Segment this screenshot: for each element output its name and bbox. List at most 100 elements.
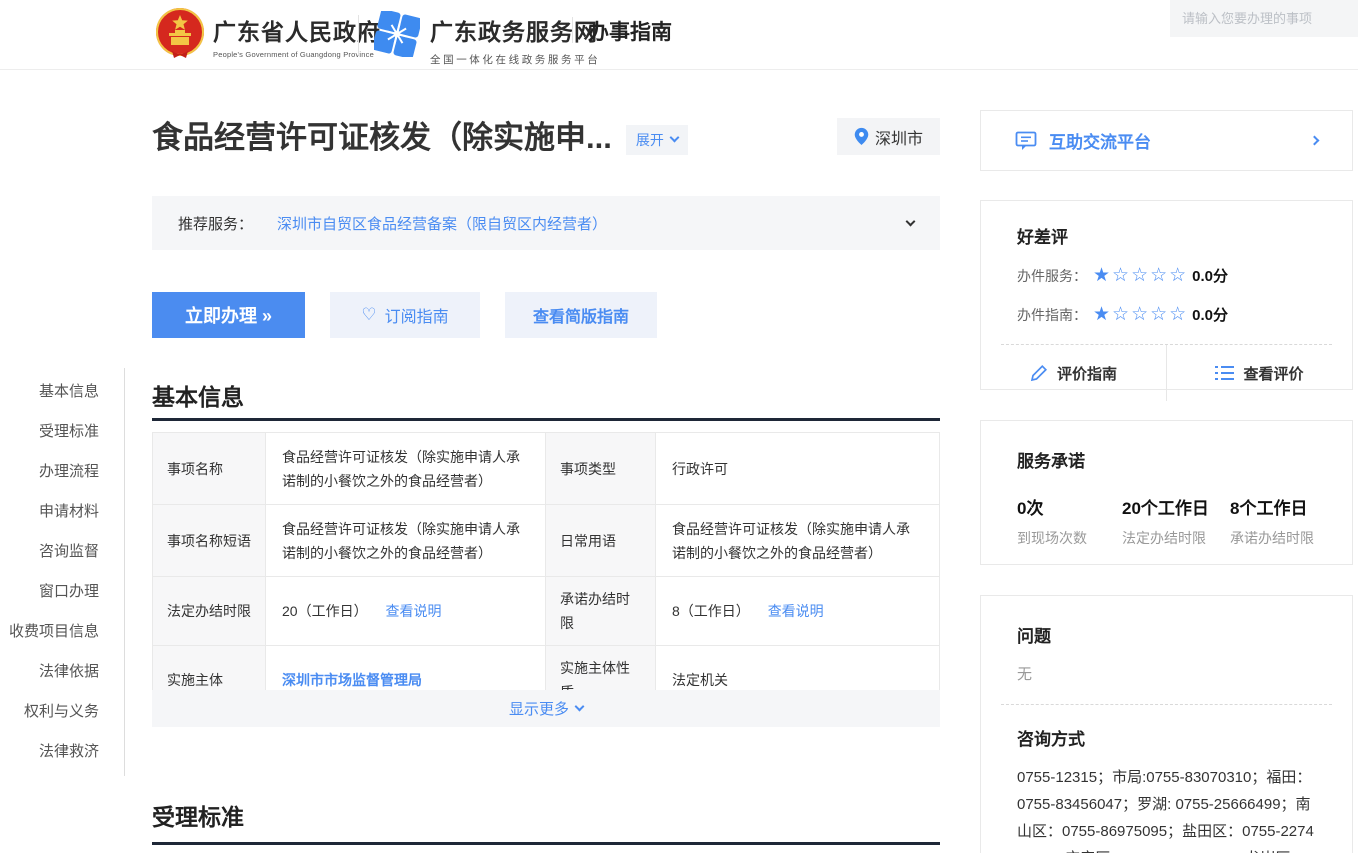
title-expand-label: 展开 bbox=[636, 130, 664, 150]
nav-item-materials[interactable]: 申请材料 bbox=[0, 492, 124, 532]
stat-label: 法定办结时限 bbox=[1122, 528, 1230, 548]
consult-phone-numbers: 0755-12315；市局:0755-83070310；福田：0755-8345… bbox=[1017, 764, 1316, 853]
rating-card: 好差评 办件服务： ★☆☆☆☆ 0.0分 办件指南： ★☆☆☆☆ 0.0分 评价… bbox=[980, 200, 1353, 390]
acceptance-heading: 受理标准 bbox=[152, 798, 244, 832]
nav-item-window[interactable]: 窗口办理 bbox=[0, 572, 124, 612]
subscribe-guide-button[interactable]: ♡ 订阅指南 bbox=[330, 292, 480, 338]
location-pin-icon bbox=[854, 127, 869, 146]
stat-statutory-limit: 20个工作日 法定办结时限 bbox=[1122, 494, 1230, 548]
search-box bbox=[1170, 0, 1358, 37]
show-more-label: 显示更多 bbox=[509, 698, 569, 719]
show-more-button[interactable]: 显示更多 bbox=[152, 690, 940, 727]
evaluate-guide-button[interactable]: 评价指南 bbox=[981, 345, 1166, 401]
recommend-bar: 推荐服务： 深圳市自贸区食品经营备案（限自贸区内经营者） bbox=[152, 196, 940, 250]
consult-heading: 咨询方式 bbox=[1017, 725, 1316, 750]
question-heading: 问题 bbox=[1017, 622, 1316, 647]
implementing-agency-link[interactable]: 深圳市市场监督管理局 bbox=[282, 672, 422, 688]
portal-subtitle: 全国一体化在线政务服务平台 bbox=[430, 52, 600, 67]
main-content: 食品经营许可证核发（除实施申... 展开 深圳市 推荐服务： 深圳市自贸区食品经… bbox=[152, 70, 940, 853]
section-nav: 基本信息 受理标准 办理流程 申请材料 咨询监督 窗口办理 收费项目信息 法律依… bbox=[0, 368, 125, 776]
rating-label: 办件服务： bbox=[1017, 266, 1087, 286]
pencil-icon bbox=[1030, 364, 1048, 382]
consult-phone-text: 0755-12315；市局:0755-83070310；福田：0755-8345… bbox=[1017, 769, 1314, 853]
cell-label: 法定办结时限 bbox=[153, 577, 266, 646]
nav-item-fees[interactable]: 收费项目信息 bbox=[0, 612, 124, 652]
star-rating-icons: ★☆☆☆☆ bbox=[1093, 264, 1188, 287]
table-row: 事项名称短语 食品经营许可证核发（除实施申请人承诺制的小餐饮之外的食品经营者） … bbox=[153, 505, 940, 577]
recommend-service-link[interactable]: 深圳市自贸区食品经营备案（限自贸区内经营者） bbox=[277, 213, 607, 234]
view-evaluations-button[interactable]: 查看评价 bbox=[1166, 345, 1352, 401]
nav-item-rights-obligations[interactable]: 权利与义务 bbox=[0, 692, 124, 732]
rating-heading: 好差评 bbox=[981, 201, 1352, 248]
promise-heading: 服务承诺 bbox=[1017, 447, 1316, 472]
acceptance-rule bbox=[152, 842, 940, 845]
gov-title: 广东省人民政府 bbox=[213, 13, 381, 47]
title-expand-button[interactable]: 展开 bbox=[626, 125, 688, 155]
cell-value: 食品经营许可证核发（除实施申请人承诺制的小餐饮之外的食品经营者） bbox=[266, 505, 546, 577]
header-section-title: 办事指南 bbox=[588, 16, 672, 46]
rating-score: 0.0分 bbox=[1192, 265, 1228, 286]
cell-value: 行政许可 bbox=[656, 433, 940, 505]
rating-score: 0.0分 bbox=[1192, 304, 1228, 325]
page-title: 食品经营许可证核发（除实施申... bbox=[152, 112, 612, 157]
cell-value: 8（工作日） 查看说明 bbox=[656, 577, 940, 646]
simple-guide-button[interactable]: 查看简版指南 bbox=[505, 292, 657, 338]
stat-label: 到现场次数 bbox=[1017, 528, 1122, 548]
mutual-help-card[interactable]: 互助交流平台 bbox=[980, 110, 1353, 171]
search-input[interactable] bbox=[1182, 11, 1358, 26]
chevron-right-icon bbox=[1310, 136, 1320, 146]
chevron-down-icon bbox=[669, 133, 679, 143]
dashed-divider bbox=[1001, 704, 1332, 705]
recommend-collapse-icon[interactable] bbox=[906, 216, 916, 226]
cell-value: 20（工作日） 查看说明 bbox=[266, 577, 546, 646]
city-name: 深圳市 bbox=[875, 125, 923, 149]
question-consult-card: 问题 无 咨询方式 0755-12315；市局:0755-83070310；福田… bbox=[980, 595, 1353, 853]
cell-label: 事项类型 bbox=[546, 433, 656, 505]
portal-pinwheel-logo bbox=[374, 11, 420, 57]
heart-icon: ♡ bbox=[361, 305, 376, 325]
evaluate-guide-label: 评价指南 bbox=[1057, 363, 1117, 384]
recommend-label: 推荐服务： bbox=[178, 213, 253, 234]
basic-info-rule bbox=[152, 418, 940, 421]
header: 广东省人民政府 People's Government of Guangdong… bbox=[0, 0, 1358, 70]
nav-item-legal-basis[interactable]: 法律依据 bbox=[0, 652, 124, 692]
table-row: 法定办结时限 20（工作日） 查看说明 承诺办结时限 8（工作日） 查看说明 bbox=[153, 577, 940, 646]
view-evaluations-label: 查看评价 bbox=[1243, 363, 1303, 384]
stat-label: 承诺办结时限 bbox=[1230, 528, 1314, 548]
nav-item-consult-supervise[interactable]: 咨询监督 bbox=[0, 532, 124, 572]
nav-item-legal-remedy[interactable]: 法律救济 bbox=[0, 732, 124, 772]
stat-onsite-visits: 0次 到现场次数 bbox=[1017, 494, 1122, 548]
promised-limit-value: 8（工作日） bbox=[672, 603, 750, 619]
star-rating-icons: ★☆☆☆☆ bbox=[1093, 303, 1188, 326]
cell-label: 事项名称短语 bbox=[153, 505, 266, 577]
city-selector[interactable]: 深圳市 bbox=[837, 118, 940, 155]
rating-actions: 评价指南 查看评价 bbox=[981, 345, 1352, 401]
chevron-down-icon bbox=[575, 702, 585, 712]
rating-row-guide: 办件指南： ★☆☆☆☆ 0.0分 bbox=[981, 303, 1352, 326]
stat-value: 20个工作日 bbox=[1122, 494, 1230, 519]
cell-label: 事项名称 bbox=[153, 433, 266, 505]
service-promise-card: 服务承诺 0次 到现场次数 20个工作日 法定办结时限 8个工作日 承诺办结时限 bbox=[980, 420, 1353, 565]
stat-promised-limit: 8个工作日 承诺办结时限 bbox=[1230, 494, 1314, 548]
stat-value: 0次 bbox=[1017, 494, 1122, 519]
page: 广东省人民政府 People's Government of Guangdong… bbox=[0, 0, 1358, 853]
subscribe-guide-label: 订阅指南 bbox=[385, 303, 449, 327]
cell-label: 日常用语 bbox=[546, 505, 656, 577]
cell-value: 食品经营许可证核发（除实施申请人承诺制的小餐饮之外的食品经营者） bbox=[266, 433, 546, 505]
stat-value: 8个工作日 bbox=[1230, 494, 1314, 519]
list-icon bbox=[1215, 365, 1234, 381]
basic-info-table: 事项名称 食品经营许可证核发（除实施申请人承诺制的小餐饮之外的食品经营者） 事项… bbox=[152, 432, 940, 715]
view-explanation-link[interactable]: 查看说明 bbox=[768, 603, 824, 619]
basic-info-heading: 基本信息 bbox=[152, 378, 244, 412]
view-explanation-link[interactable]: 查看说明 bbox=[385, 603, 441, 619]
nav-item-acceptance-standard[interactable]: 受理标准 bbox=[0, 412, 124, 452]
nav-item-basic-info[interactable]: 基本信息 bbox=[0, 372, 124, 412]
nav-item-process[interactable]: 办理流程 bbox=[0, 452, 124, 492]
gov-logo-text: 广东省人民政府 People's Government of Guangdong… bbox=[213, 13, 381, 59]
actions-row: 立即办理 » ♡ 订阅指南 查看简版指南 bbox=[152, 292, 657, 338]
apply-now-button[interactable]: 立即办理 » bbox=[152, 292, 305, 338]
mutual-help-label: 互助交流平台 bbox=[1049, 128, 1151, 153]
rating-row-service: 办件服务： ★☆☆☆☆ 0.0分 bbox=[981, 264, 1352, 287]
title-row: 食品经营许可证核发（除实施申... 展开 bbox=[152, 112, 940, 157]
promise-stats: 0次 到现场次数 20个工作日 法定办结时限 8个工作日 承诺办结时限 bbox=[1017, 494, 1316, 548]
